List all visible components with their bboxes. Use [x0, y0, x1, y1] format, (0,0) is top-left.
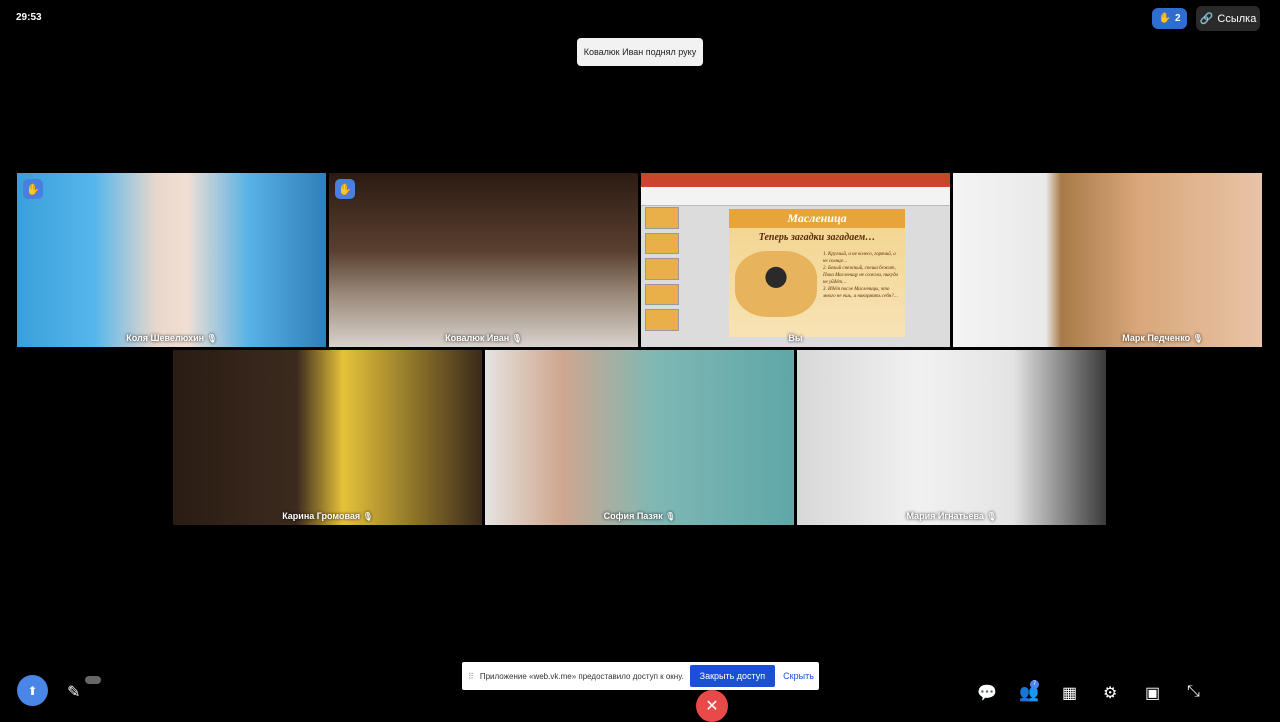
link-button-label: Ссылка [1217, 12, 1257, 25]
participant-name: Карина Громовая 🎙 [282, 511, 373, 521]
participants-badge: 7 [1030, 680, 1039, 689]
participant-tile[interactable]: Марк Педченко 🎙 [953, 173, 1262, 347]
hand-raised-toast: Ковалюк Иван поднял руку [577, 38, 703, 66]
raised-hands-count: 2 [1174, 13, 1181, 24]
gear-icon[interactable]: ⚙ [1103, 683, 1117, 703]
chat-icon[interactable]: 💬 [977, 683, 997, 703]
effects-icon[interactable]: ✎ [67, 682, 80, 702]
close-access-button[interactable]: Закрыть доступ [689, 665, 776, 687]
screen-share-notice: ⠿ Приложение «web.vk.me» предоставило до… [462, 662, 819, 690]
participant-tile[interactable]: София Пазяк 🎙 [485, 350, 794, 525]
hand-icon: ✋ [23, 179, 43, 199]
participant-name: Мария Игнатьева 🎙 [906, 511, 997, 521]
end-call-button[interactable]: ✕ [696, 690, 728, 722]
mic-off-icon: 🎙 [206, 334, 217, 343]
notice-text: Приложение «web.vk.me» предоставило дост… [479, 671, 684, 681]
participant-tile[interactable]: ✋ Ковалюк Иван 🎙 [329, 173, 638, 347]
presentation-slide: Масленица Теперь загадки загадаем… 1. Кр… [729, 209, 905, 337]
layout-icon[interactable]: ▦ [1062, 683, 1077, 703]
mic-off-icon: 🎙 [1192, 334, 1203, 343]
mic-off-icon: 🎙 [362, 512, 373, 521]
participant-name: Коля Шевелюхин 🎙 [126, 333, 217, 343]
end-call-icon: ✕ [705, 698, 719, 715]
hand-icon: ✋ [335, 179, 355, 199]
link-button[interactable]: 🔗 Ссылка [1196, 6, 1260, 31]
hand-icon: ✋ [1158, 13, 1171, 24]
call-timer: 29:53 [16, 12, 42, 23]
participant-tile[interactable]: Мария Игнатьева 🎙 [797, 350, 1106, 525]
participant-tile[interactable]: ✋ Коля Шевелюхин 🎙 [17, 173, 326, 347]
participant-name: София Пазяк 🎙 [603, 511, 676, 521]
participant-name: Вы [788, 333, 803, 343]
mic-off-icon: 🎙 [511, 334, 522, 343]
screen-share-icon: ⬆ [27, 683, 38, 698]
effects-badge [85, 676, 101, 684]
pip-icon[interactable]: ▣ [1145, 683, 1160, 703]
participant-name: Ковалюк Иван 🎙 [445, 333, 522, 343]
participant-name: Марк Педченко 🎙 [1122, 333, 1203, 343]
mic-off-icon: 🎙 [665, 512, 676, 521]
mic-off-icon: 🎙 [986, 512, 997, 521]
screen-share-button[interactable]: ⬆ [17, 675, 48, 706]
participant-tile[interactable]: Карина Громовая 🎙 [173, 350, 482, 525]
slide-riddles: 1. Круглый, а не колесо, горячий, а не с… [823, 252, 899, 299]
slide-subtitle: Теперь загадки загадаем… [758, 232, 876, 243]
screen-share-tile[interactable]: Масленица Теперь загадки загадаем… 1. Кр… [641, 173, 950, 347]
collapse-icon[interactable]: ⤡ [1187, 683, 1200, 701]
pancakes-image [735, 251, 817, 317]
presentation-titlebar [641, 173, 950, 187]
raised-hands-button[interactable]: ✋ 2 [1152, 8, 1187, 29]
slide-thumbnails [645, 207, 679, 331]
presentation-ribbon [641, 187, 950, 206]
hide-notice-link[interactable]: Скрыть [783, 671, 814, 681]
slide-title: Масленица [729, 209, 905, 228]
drag-handle-icon[interactable]: ⠿ [468, 672, 474, 681]
link-icon: 🔗 [1199, 13, 1214, 25]
